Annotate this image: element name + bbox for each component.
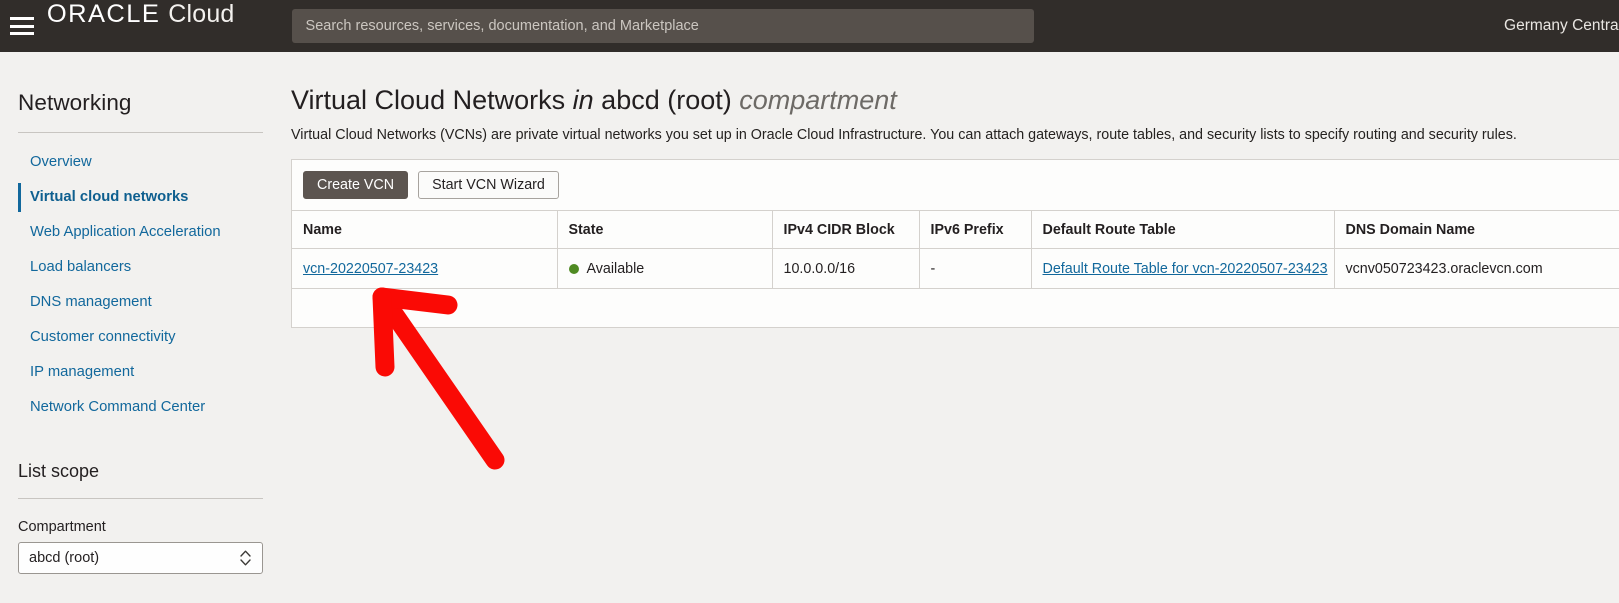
cell-name: vcn-20220507-23423 <box>292 248 558 289</box>
vcn-panel: Create VCN Start VCN Wizard Name State I… <box>291 159 1619 328</box>
page-description: Virtual Cloud Networks (VCNs) are privat… <box>291 127 1517 143</box>
table-footer-cell <box>557 288 772 327</box>
table-footer-cell <box>292 288 557 327</box>
status-badge: Available <box>568 250 772 289</box>
table-footer-cell <box>1334 288 1619 327</box>
table-footer-cell <box>919 288 1031 327</box>
region-selector[interactable]: Germany Central (F <box>1504 0 1619 52</box>
cloud-wordmark: Cloud <box>168 0 235 28</box>
chevron-updown-svg <box>240 550 251 566</box>
sidebar-item-label: Network Command Center <box>30 399 206 415</box>
sidebar-item-label: Load balancers <box>30 259 132 275</box>
default-route-table-link[interactable]: Default Route Table for vcn-20220507-234… <box>1043 261 1328 277</box>
compartment-label: Compartment <box>18 519 106 535</box>
column-header-name[interactable]: Name <box>292 210 558 249</box>
column-header-dns-domain-name[interactable]: DNS Domain Name <box>1334 210 1619 249</box>
sidebar-divider <box>18 132 263 133</box>
compartment-selected-value: abcd (root) <box>29 550 100 566</box>
search-input[interactable] <box>291 9 1034 43</box>
hamburger-bar <box>10 32 34 35</box>
sidebar-item-web-application-acceleration[interactable]: Web Application Acceleration <box>18 215 281 250</box>
table-footer-row <box>292 288 1619 327</box>
sidebar-item-label: Virtual cloud networks <box>30 189 189 205</box>
cell-ipv6-prefix: - <box>919 248 1032 289</box>
table-row[interactable]: vcn-20220507-23423 Available 10.0.0.0/16… <box>292 248 1619 289</box>
sidebar-item-ip-management[interactable]: IP management <box>18 355 281 390</box>
table-footer-cell <box>1031 288 1334 327</box>
compartment-select[interactable]: abcd (root) <box>18 542 263 574</box>
column-header-state[interactable]: State <box>557 210 773 249</box>
hamburger-menu-icon[interactable] <box>10 17 34 35</box>
hamburger-bar <box>10 17 34 20</box>
cell-ipv4-cidr-block: 10.0.0.0/16 <box>772 248 920 289</box>
vcn-name-link[interactable]: vcn-20220507-23423 <box>303 261 438 277</box>
oracle-cloud-logo[interactable]: ORACLE Cloud <box>46 0 235 52</box>
column-header-ipv6-prefix[interactable]: IPv6 Prefix <box>919 210 1032 249</box>
main-content: Virtual Cloud Networks in abcd (root) co… <box>281 52 1619 603</box>
list-scope-title: List scope <box>18 461 100 481</box>
sidebar-item-label: Customer connectivity <box>30 329 176 345</box>
table-toolbar: Create VCN Start VCN Wizard <box>292 160 1619 210</box>
column-header-ipv4-cidr-block[interactable]: IPv4 CIDR Block <box>772 210 920 249</box>
page-title-compartment: abcd (root) <box>601 85 732 115</box>
page-title-in: in <box>572 85 594 115</box>
sidebar-item-customer-connectivity[interactable]: Customer connectivity <box>18 320 281 355</box>
page-title: Virtual Cloud Networks in abcd (root) co… <box>291 85 1619 116</box>
sidebar-title: Networking <box>18 90 132 115</box>
vcn-table: Name State IPv4 CIDR Block IPv6 Prefix D… <box>292 210 1619 327</box>
start-vcn-wizard-button[interactable]: Start VCN Wizard <box>418 171 559 199</box>
chevron-updown-icon <box>239 548 252 568</box>
sidebar-item-network-command-center[interactable]: Network Command Center <box>18 390 281 425</box>
status-dot-icon <box>568 263 579 274</box>
table-footer-cell <box>772 288 919 327</box>
create-vcn-button[interactable]: Create VCN <box>303 171 409 199</box>
cell-dns-domain-name: vcnv050723423.oraclevcn.com <box>1334 248 1619 289</box>
sidebar-item-overview[interactable]: Overview <box>18 145 281 180</box>
table-header: Name State IPv4 CIDR Block IPv6 Prefix D… <box>292 210 1619 249</box>
sidebar-item-dns-management[interactable]: DNS management <box>18 285 281 320</box>
sidebar-nav-list: Overview Virtual cloud networks Web Appl… <box>18 145 281 425</box>
oracle-wordmark: ORACLE <box>46 0 161 28</box>
hamburger-bar <box>10 24 34 28</box>
table-header-row: Name State IPv4 CIDR Block IPv6 Prefix D… <box>292 210 1619 249</box>
sidebar-item-label: IP management <box>30 364 135 380</box>
global-search <box>291 9 1034 43</box>
top-navigation-bar: ORACLE Cloud Germany Central (F <box>0 0 1619 52</box>
cell-default-route-table: Default Route Table for vcn-20220507-234… <box>1031 248 1335 289</box>
list-scope-divider <box>18 498 263 499</box>
column-header-default-route-table[interactable]: Default Route Table <box>1031 210 1335 249</box>
sidebar-item-virtual-cloud-networks[interactable]: Virtual cloud networks <box>18 180 281 215</box>
page-title-suffix: compartment <box>739 85 897 115</box>
sidebar-item-label: Overview <box>30 154 92 170</box>
cell-state: Available <box>557 248 773 289</box>
sidebar-item-label: Web Application Acceleration <box>30 224 221 240</box>
sidebar-item-load-balancers[interactable]: Load balancers <box>18 250 281 285</box>
sidebar-item-label: DNS management <box>30 294 152 310</box>
status-label: Available <box>586 260 645 277</box>
sidebar: Networking Overview Virtual cloud networ… <box>0 52 281 603</box>
table-body: vcn-20220507-23423 Available 10.0.0.0/16… <box>292 248 1619 327</box>
page-title-main: Virtual Cloud Networks <box>291 85 566 115</box>
